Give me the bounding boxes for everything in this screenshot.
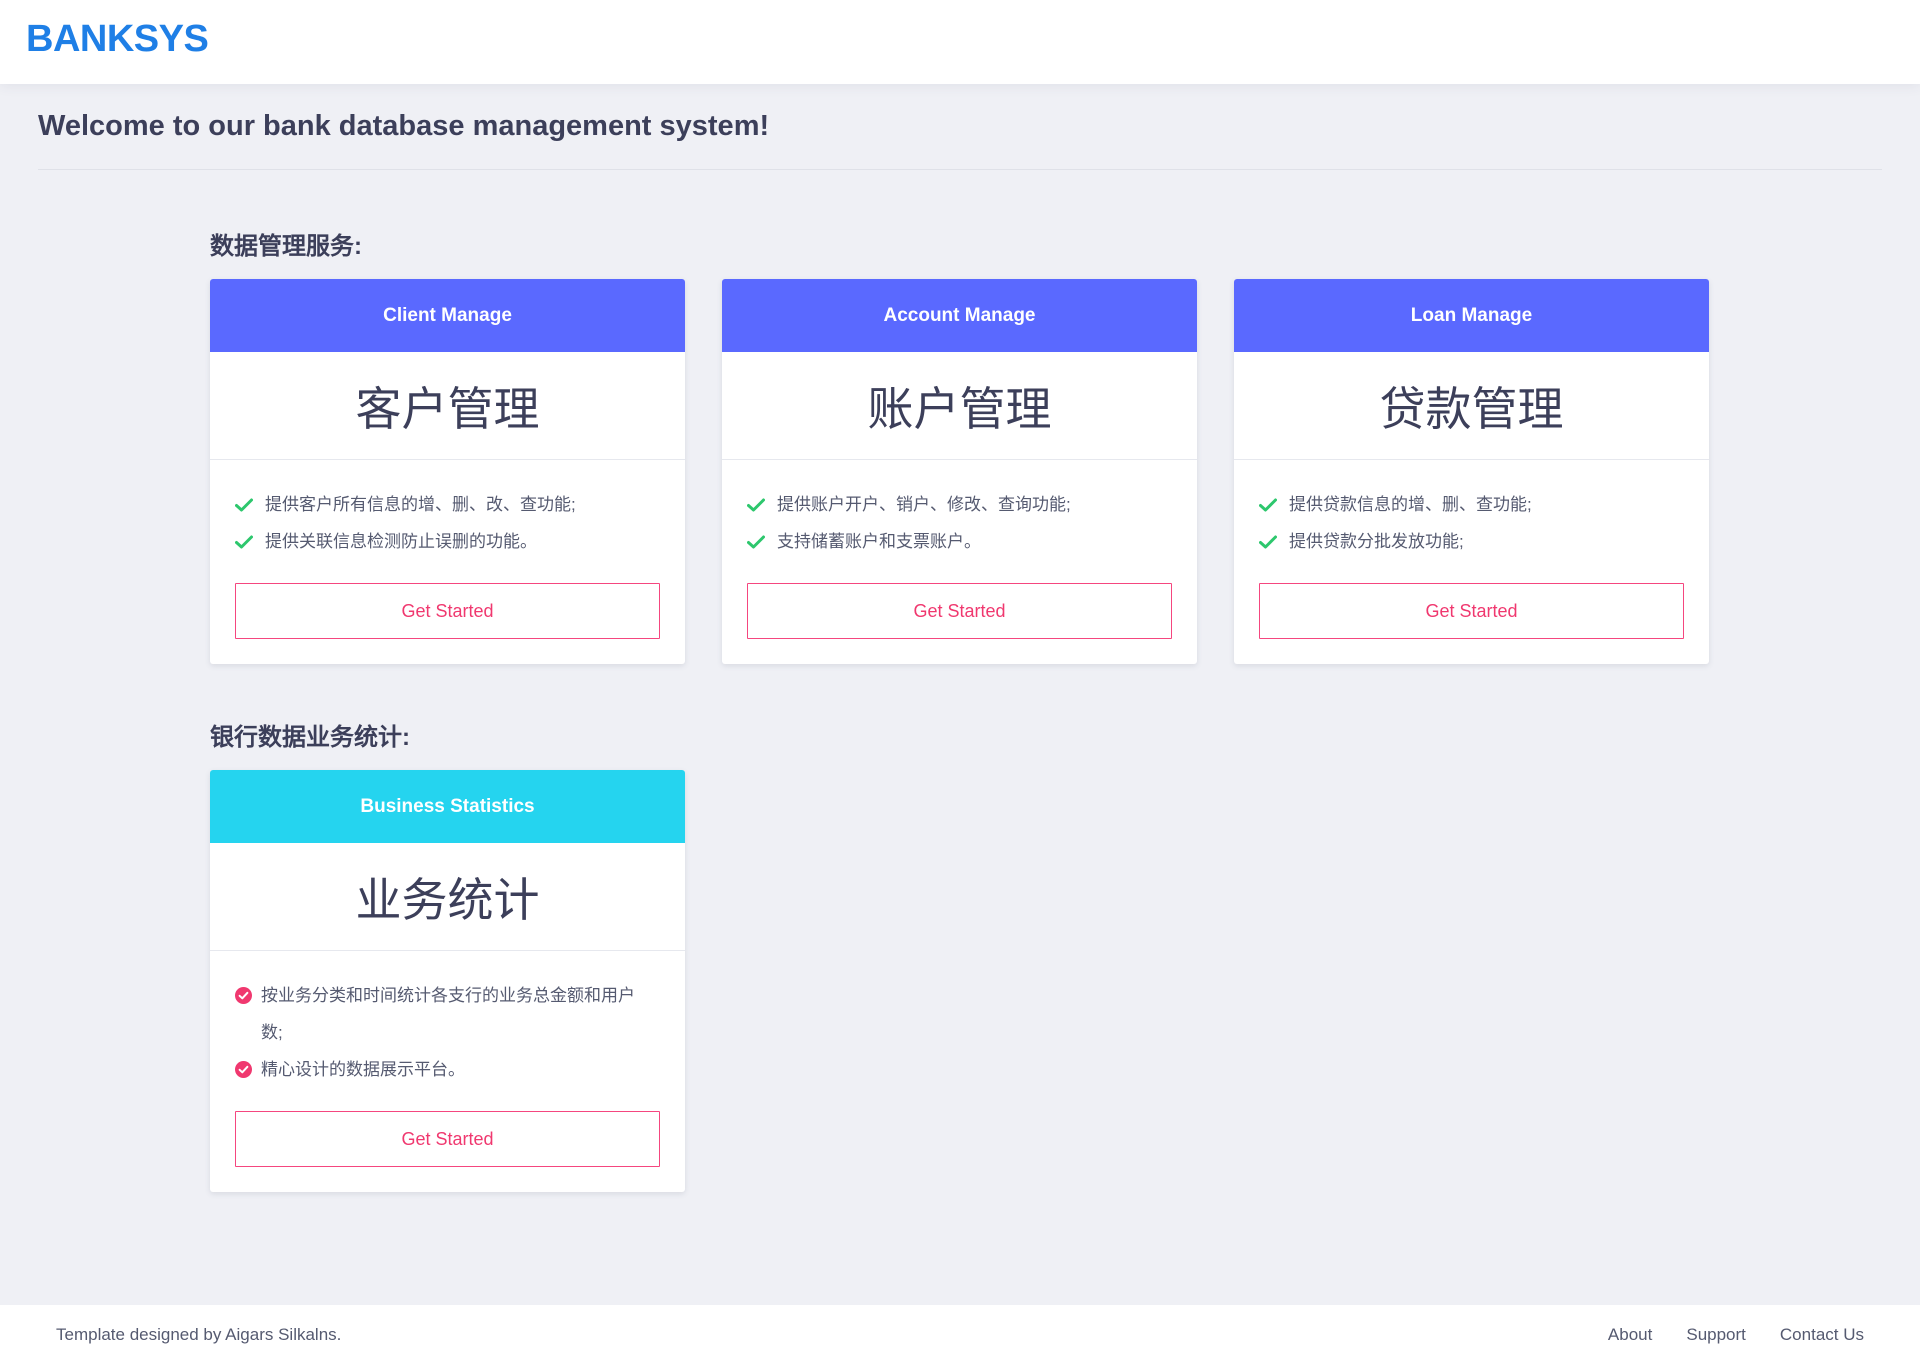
feature-item: 精心设计的数据展示平台。 <box>235 1051 655 1088</box>
card-header: Loan Manage <box>1234 279 1709 352</box>
card-title: 贷款管理 <box>1234 352 1709 460</box>
card-header: Account Manage <box>722 279 1197 352</box>
feature-item: 提供客户所有信息的增、删、改、查功能; <box>235 486 660 523</box>
card-title: 客户管理 <box>210 352 685 460</box>
feature-list: 提供客户所有信息的增、删、改、查功能; 提供关联信息检测防止误删的功能。 <box>210 460 685 560</box>
card-client-manage: Client Manage 客户管理 提供客户所有信息的增、删、改、查功能; 提… <box>210 279 685 664</box>
feature-text: 提供贷款分批发放功能; <box>1289 532 1464 551</box>
feature-item: 提供贷款分批发放功能; <box>1259 523 1684 560</box>
feature-text: 提供账户开户、销户、修改、查询功能; <box>777 495 1071 514</box>
get-started-button[interactable]: Get Started <box>747 583 1172 639</box>
brand-logo[interactable]: BANKSYS <box>26 18 209 61</box>
card-account-manage: Account Manage 账户管理 提供账户开户、销户、修改、查询功能; 支… <box>722 279 1197 664</box>
card-business-statistics: Business Statistics 业务统计 按业务分类和时间统计各支行的业… <box>210 770 685 1192</box>
get-started-button[interactable]: Get Started <box>235 1111 660 1167</box>
feature-list: 提供账户开户、销户、修改、查询功能; 支持储蓄账户和支票账户。 <box>722 460 1197 560</box>
check-circle-icon <box>235 1051 253 1088</box>
get-started-button[interactable]: Get Started <box>235 583 660 639</box>
feature-item: 提供账户开户、销户、修改、查询功能; <box>747 486 1172 523</box>
feature-item: 提供关联信息检测防止误删的功能。 <box>235 523 660 560</box>
section-title-statistics: 银行数据业务统计: <box>210 724 410 751</box>
card-title: 业务统计 <box>210 843 685 951</box>
check-icon <box>235 523 257 560</box>
feature-text: 精心设计的数据展示平台。 <box>261 1060 465 1079</box>
check-icon <box>1259 486 1281 523</box>
card-header: Business Statistics <box>210 770 685 843</box>
footer: Template designed by Aigars Silkalns. Ab… <box>0 1305 1920 1367</box>
check-icon <box>235 486 257 523</box>
top-navbar: BANKSYS <box>0 0 1920 84</box>
card-loan-manage: Loan Manage 贷款管理 提供贷款信息的增、删、查功能; 提供贷款分批发… <box>1234 279 1709 664</box>
feature-item: 提供贷款信息的增、删、查功能; <box>1259 486 1684 523</box>
feature-text: 提供关联信息检测防止误删的功能。 <box>265 532 537 551</box>
divider <box>38 169 1882 170</box>
footer-link-support[interactable]: Support <box>1686 1325 1746 1345</box>
check-icon <box>747 486 769 523</box>
check-icon <box>747 523 769 560</box>
feature-list: 提供贷款信息的增、删、查功能; 提供贷款分批发放功能; <box>1234 460 1709 560</box>
check-icon <box>1259 523 1281 560</box>
footer-links: About Support Contact Us <box>1608 1325 1864 1345</box>
card-header: Client Manage <box>210 279 685 352</box>
feature-list: 按业务分类和时间统计各支行的业务总金额和用户数; 精心设计的数据展示平台。 <box>210 951 685 1088</box>
footer-credit: Template designed by Aigars Silkalns. <box>56 1325 342 1344</box>
feature-text: 支持储蓄账户和支票账户。 <box>777 532 981 551</box>
feature-text: 按业务分类和时间统计各支行的业务总金额和用户数; <box>261 986 635 1042</box>
feature-item: 支持储蓄账户和支票账户。 <box>747 523 1172 560</box>
footer-link-contact-us[interactable]: Contact Us <box>1780 1325 1864 1345</box>
check-circle-icon <box>235 977 253 1014</box>
feature-text: 提供客户所有信息的增、删、改、查功能; <box>265 495 576 514</box>
feature-item: 按业务分类和时间统计各支行的业务总金额和用户数; <box>235 977 655 1051</box>
get-started-button[interactable]: Get Started <box>1259 583 1684 639</box>
card-title: 账户管理 <box>722 352 1197 460</box>
welcome-heading: Welcome to our bank database management … <box>38 110 770 142</box>
feature-text: 提供贷款信息的增、删、查功能; <box>1289 495 1532 514</box>
section-title-data-services: 数据管理服务: <box>210 233 362 260</box>
footer-link-about[interactable]: About <box>1608 1325 1652 1345</box>
